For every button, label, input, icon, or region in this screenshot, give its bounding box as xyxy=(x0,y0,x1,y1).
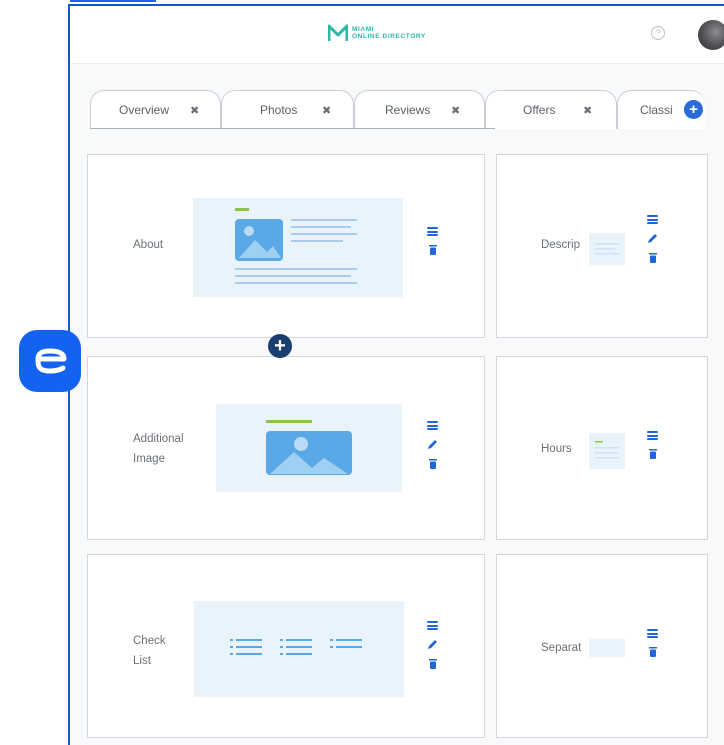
about-preview xyxy=(193,198,403,297)
description-actions xyxy=(647,215,658,263)
tab-overview[interactable]: Overview ✖ xyxy=(90,90,221,129)
tab-reviews[interactable]: Reviews ✖ xyxy=(354,90,485,129)
card-about[interactable]: About xyxy=(87,154,485,338)
top-accent-line xyxy=(70,0,156,2)
tab-bar: Overview ✖ Photos ✖ Reviews ✖ Offers ✖ C… xyxy=(88,90,708,130)
tab-photos[interactable]: Photos ✖ xyxy=(221,90,354,129)
card-additional-image[interactable]: Additional Image xyxy=(87,356,485,540)
check-list-preview xyxy=(194,601,404,697)
description-preview xyxy=(589,233,625,265)
description-preview-graphic xyxy=(595,243,619,255)
about-preview-graphic xyxy=(235,208,357,284)
menu-icon[interactable] xyxy=(647,215,658,224)
additional-image-actions xyxy=(427,421,438,469)
add-tab-button[interactable]: + xyxy=(684,100,703,119)
trash-icon[interactable] xyxy=(648,647,657,657)
hours-actions xyxy=(647,431,658,459)
card-label-line-2: List xyxy=(133,655,151,667)
brand-e-icon xyxy=(19,330,81,392)
logo[interactable]: MIAMI ONLINE DIRECTORY xyxy=(328,24,426,42)
tab-offers[interactable]: Offers ✖ xyxy=(485,90,617,129)
card-label: Hours xyxy=(541,443,572,455)
tab-label: Offers xyxy=(523,103,556,117)
trash-icon[interactable] xyxy=(428,245,437,255)
check-list-preview-graphic xyxy=(230,639,362,655)
hours-preview xyxy=(589,433,625,469)
card-label-line-2: Image xyxy=(133,453,165,465)
card-label: Check List xyxy=(133,631,166,671)
logo-line-2: ONLINE DIRECTORY xyxy=(352,33,426,40)
avatar[interactable] xyxy=(698,20,724,50)
separator-actions xyxy=(647,629,658,657)
menu-icon[interactable] xyxy=(427,227,438,236)
card-label: About xyxy=(133,239,164,251)
pencil-icon[interactable] xyxy=(427,639,438,650)
card-description[interactable]: Descrip xyxy=(496,154,708,338)
logo-text: MIAMI ONLINE DIRECTORY xyxy=(352,26,426,40)
close-icon[interactable]: ✖ xyxy=(583,104,592,117)
menu-icon[interactable] xyxy=(427,621,438,630)
tab-underline xyxy=(90,128,495,129)
menu-icon[interactable] xyxy=(427,421,438,430)
card-label-line-1: Check xyxy=(133,635,166,647)
image-icon xyxy=(266,420,352,475)
about-actions xyxy=(427,227,438,255)
tab-label: Overview xyxy=(119,103,170,117)
trash-icon[interactable] xyxy=(428,459,437,469)
help-icon[interactable]: ? xyxy=(651,26,665,40)
close-icon[interactable]: ✖ xyxy=(322,104,331,117)
check-list-actions xyxy=(427,621,438,669)
card-hours[interactable]: Hours xyxy=(496,356,708,540)
tab-label: Reviews xyxy=(385,103,431,117)
menu-icon[interactable] xyxy=(647,629,658,638)
card-label-line-1: Additional xyxy=(133,433,184,445)
menu-icon[interactable] xyxy=(647,431,658,440)
trash-icon[interactable] xyxy=(428,659,437,669)
hours-preview-graphic xyxy=(595,441,619,459)
pencil-icon[interactable] xyxy=(647,233,658,244)
additional-image-preview xyxy=(216,404,402,492)
pencil-icon[interactable] xyxy=(427,439,438,450)
close-icon[interactable]: ✖ xyxy=(190,104,199,117)
card-label: Additional Image xyxy=(133,429,184,469)
trash-icon[interactable] xyxy=(648,253,657,263)
brand-e-glyph xyxy=(35,348,67,374)
close-icon[interactable]: ✖ xyxy=(451,104,460,117)
tab-label: Photos xyxy=(260,103,298,117)
card-separator[interactable]: Separat xyxy=(496,554,708,738)
app-window: MIAMI ONLINE DIRECTORY ? Overview ✖ Phot… xyxy=(68,4,724,745)
card-label: Descrip xyxy=(541,239,580,251)
card-check-list[interactable]: Check List xyxy=(87,554,485,738)
tab-label: Classi xyxy=(640,103,673,117)
card-label: Separat xyxy=(541,642,582,654)
add-widget-button[interactable]: + xyxy=(268,334,292,358)
separator-preview xyxy=(589,639,625,657)
trash-icon[interactable] xyxy=(648,449,657,459)
logo-line-1: MIAMI xyxy=(352,26,375,33)
logo-m-icon xyxy=(328,24,348,41)
header: MIAMI ONLINE DIRECTORY ? xyxy=(70,6,724,64)
